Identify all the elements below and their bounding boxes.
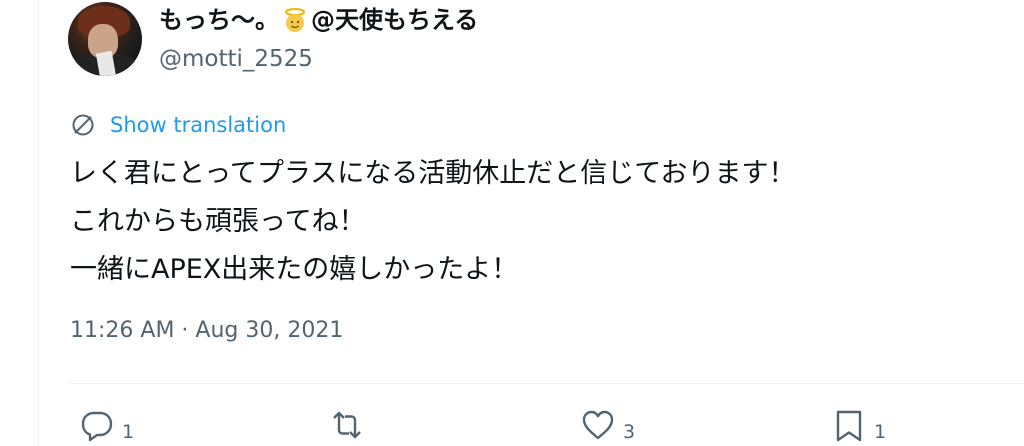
user-handle[interactable]: @motti_2525 — [159, 44, 313, 74]
display-name[interactable]: もっち〜。 @天使もちえる — [159, 5, 478, 35]
avatar[interactable] — [68, 2, 142, 76]
translate-icon — [72, 114, 94, 136]
bookmark-button[interactable]: 1 — [832, 408, 886, 444]
reply-count: 1 — [122, 421, 135, 443]
tweet-timestamp[interactable]: 11:26 AM · Aug 30, 2021 — [70, 316, 343, 346]
tweet-text: レく君にとってプラスになる活動休止だと信じております！ これからも頑張ってね！ … — [70, 150, 796, 294]
like-icon — [582, 410, 614, 440]
show-translation-link[interactable]: Show translation — [70, 111, 286, 139]
like-count: 3 — [623, 421, 636, 443]
retweet-button[interactable] — [330, 408, 372, 442]
tweet-line: これからも頑張ってね！ — [70, 206, 366, 237]
retweet-icon — [333, 411, 361, 439]
display-name-suffix: @天使もちえる — [311, 6, 479, 34]
left-border — [38, 0, 39, 446]
bookmark-icon — [836, 410, 862, 442]
reply-button[interactable]: 1 — [80, 408, 134, 444]
tweet-line: 一緒にAPEX出来たの嬉しかったよ！ — [70, 254, 519, 285]
display-name-prefix: もっち〜。 — [159, 6, 279, 34]
like-button[interactable]: 3 — [581, 408, 635, 444]
tweet-line: レく君にとってプラスになる活動休止だと信じております！ — [70, 158, 796, 189]
divider — [68, 383, 1024, 384]
reply-icon — [81, 411, 113, 442]
action-bar: 1 3 1 — [0, 408, 1024, 446]
angel-emoji-icon — [285, 8, 305, 32]
bookmark-count: 1 — [874, 421, 887, 443]
show-translation-label: Show translation — [110, 113, 287, 137]
